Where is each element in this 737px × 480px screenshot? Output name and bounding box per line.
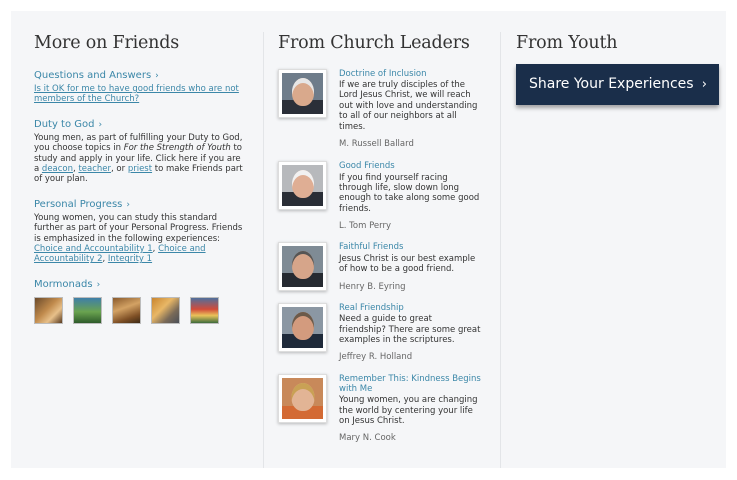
mormonads-section: Mormonads › [34,279,244,324]
from-youth-heading: From Youth [516,33,618,53]
leader-talk-link[interactable]: Real Friendship [339,303,481,313]
leader-portrait[interactable] [278,242,327,292]
mormonad-thumbnail[interactable] [73,296,102,324]
leader-name: L. Tom Perry [339,221,391,232]
more-on-friends-column: More on Friends Questions and Answers › I… [11,32,263,468]
leader-name: Jeffrey R. Holland [339,352,413,363]
personal-progress-link[interactable]: Personal Progress › [34,199,244,211]
personal-progress-section: Personal Progress › Young women, you can … [34,199,244,265]
chevron-right-icon: › [155,70,159,81]
leader-item: Doctrine of Inclusion If we are truly di… [278,68,500,150]
mormonad-thumbnail[interactable] [34,296,63,324]
leader-item: Good Friends If you find yourself racing… [278,161,500,231]
choice-accountability-1-link[interactable]: Choice and Accountability 1 [34,244,153,254]
leader-name: Mary N. Cook [339,433,396,444]
questions-answers-section: Questions and Answers › Is it OK for me t… [34,70,244,105]
leader-talk-link[interactable]: Remember This: Kindness Begins with Me [339,374,481,395]
leader-item: Remember This: Kindness Begins with Me Y… [278,373,500,444]
leader-talk-link[interactable]: Doctrine of Inclusion [339,69,481,79]
leader-quote: Young women, you are changing the world … [339,395,478,427]
duty-to-god-link[interactable]: Duty to God › [34,119,244,131]
mormonad-thumbnail[interactable] [112,296,141,324]
church-leaders-heading: From Church Leaders [278,33,470,53]
from-youth-column: From Youth Share Your Experiences › [501,32,726,468]
leader-quote: If you find yourself racing through life… [339,172,480,214]
leader-quote: Jesus Christ is our best example of how … [339,253,476,275]
content-panel: More on Friends Questions and Answers › I… [11,11,726,468]
teacher-link[interactable]: teacher [78,164,111,174]
share-experiences-button[interactable]: Share Your Experiences › [516,63,719,105]
leader-name: Henry B. Eyring [339,281,406,292]
leader-talk-link[interactable]: Good Friends [339,161,481,171]
more-on-friends-heading: More on Friends [34,33,180,53]
chevron-right-icon: › [701,76,707,92]
deacon-link[interactable]: deacon [42,164,73,174]
questions-answers-link[interactable]: Questions and Answers › [34,70,244,82]
chevron-right-icon: › [126,199,130,210]
leader-quote: Need a guide to great friendship? There … [339,314,481,345]
leader-item: Faithful Friends Jesus Christ is our bes… [278,242,500,292]
leader-name: M. Russell Ballard [339,138,414,149]
leader-portrait[interactable] [278,68,327,118]
personal-progress-text: Young women, you can study this standard… [34,212,243,265]
qa-article-link[interactable]: Is it OK for me to have good friends who… [34,84,239,104]
integrity-1-link[interactable]: Integrity 1 [108,254,152,264]
leader-portrait[interactable] [278,302,327,352]
leader-portrait[interactable] [278,161,327,211]
mormonads-link[interactable]: Mormonads › [34,279,244,291]
mormonad-thumbnail[interactable] [151,296,180,324]
leader-portrait[interactable] [278,373,327,423]
priest-link[interactable]: priest [128,164,152,174]
leader-quote: If we are truly disciples of the Lord Je… [339,80,478,132]
duty-to-god-section: Duty to God › Young men, as part of fulfi… [34,119,244,185]
duty-to-god-text: Young men, as part of fulfilling your Du… [34,132,243,185]
chevron-right-icon: › [96,279,101,290]
leader-talk-link[interactable]: Faithful Friends [339,242,481,252]
chevron-right-icon: › [98,119,103,130]
leader-item: Real Friendship Need a guide to great fr… [278,302,500,363]
mormonads-thumbnails [34,296,244,324]
mormonad-thumbnail[interactable] [190,296,219,324]
church-leaders-column: From Church Leaders Doctrine of Inclusio… [264,32,500,468]
